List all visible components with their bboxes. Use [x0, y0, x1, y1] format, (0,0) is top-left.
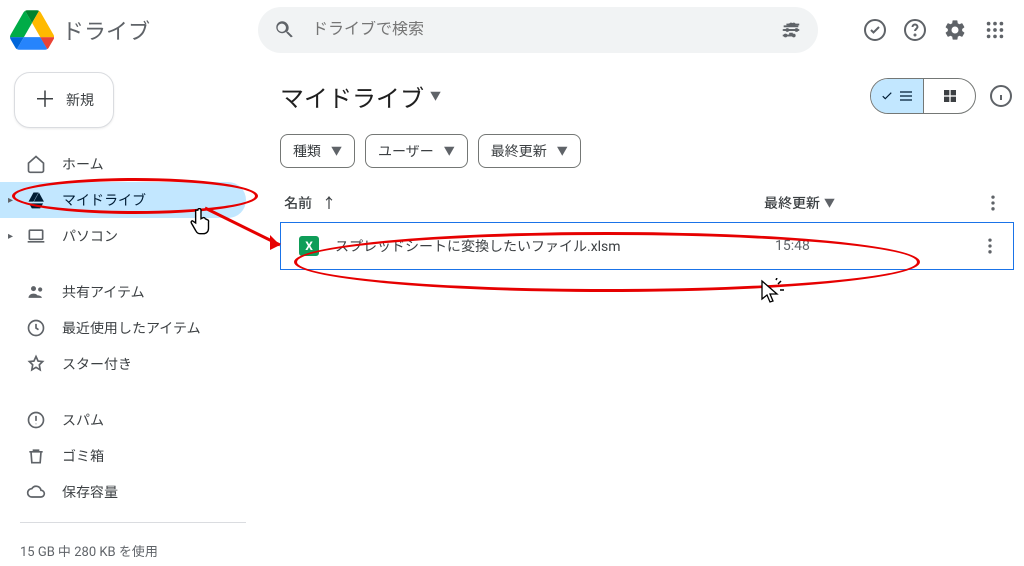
filter-user[interactable]: ユーザー ▼ [365, 134, 468, 168]
sidebar-item-label: 共有アイテム [62, 282, 145, 302]
columns-header: 名前 ↑ 最終更新 ▼ [280, 190, 1014, 222]
sidebar-item-mydrive[interactable]: ▸ マイドライブ [0, 182, 246, 218]
sidebar-item-computers[interactable]: ▸ パソコン [0, 218, 246, 254]
main: マイドライブ ▼ 種類 ▼ ユーザー ▼ [280, 68, 1014, 545]
sidebar-item-label: スパム [62, 410, 104, 430]
laptop-icon [26, 226, 46, 246]
chevron-down-icon: ▼ [331, 143, 342, 159]
sidebar-item-label: パソコン [62, 226, 118, 246]
apps-icon[interactable] [982, 17, 1008, 43]
trash-icon [26, 446, 46, 466]
sidebar-item-storage[interactable]: 保存容量 [0, 474, 246, 510]
storage-usage: 15 GB 中 280 KB を使用 [0, 535, 260, 566]
chevron-down-icon: ▼ [444, 143, 455, 159]
cloud-icon [26, 482, 46, 502]
sidebar-item-trash[interactable]: ゴミ箱 [0, 438, 246, 474]
chevron-down-icon: ▼ [430, 88, 441, 104]
drive-icon [26, 190, 46, 210]
search-icon [272, 17, 298, 43]
file-row[interactable]: X スプレッドシートに変換したいファイル.xlsm 15:48 [280, 222, 1014, 270]
help-icon[interactable] [902, 17, 928, 43]
excel-file-icon: X [299, 236, 319, 256]
column-name[interactable]: 名前 ↑ [284, 193, 764, 213]
filter-modified[interactable]: 最終更新 ▼ [478, 134, 581, 168]
info-icon[interactable] [988, 83, 1014, 109]
people-icon [26, 282, 46, 302]
filter-type[interactable]: 種類 ▼ [280, 134, 355, 168]
grid-view-button[interactable] [923, 79, 975, 113]
filter-label: ユーザー [378, 141, 434, 161]
search-options-icon[interactable] [778, 17, 804, 43]
new-button[interactable]: ＋ 新規 [14, 72, 114, 128]
filter-label: 最終更新 [491, 141, 547, 161]
ready-offline-icon[interactable] [862, 17, 888, 43]
more-icon[interactable] [980, 190, 1006, 216]
view-toggle [870, 78, 976, 114]
sidebar-item-label: ゴミ箱 [62, 446, 104, 466]
sidebar-item-starred[interactable]: スター付き [0, 346, 246, 382]
sidebar-item-label: スター付き [62, 354, 132, 374]
arrow-up-icon: ↑ [322, 193, 336, 213]
app-name: ドライブ [62, 14, 150, 46]
logo-area: ドライブ [10, 10, 250, 50]
sidebar-item-recent[interactable]: 最近使用したアイテム [0, 310, 246, 346]
chevron-down-icon: ▼ [557, 143, 568, 159]
search-bar[interactable] [258, 7, 818, 53]
chevron-down-icon: ▼ [824, 195, 835, 211]
gear-icon[interactable] [942, 17, 968, 43]
sidebar-item-label: マイドライブ [62, 190, 146, 210]
search-input[interactable] [312, 21, 764, 39]
sidebar-item-label: 最近使用したアイテム [62, 318, 201, 338]
column-modified[interactable]: 最終更新 ▼ [764, 193, 924, 213]
sidebar-item-spam[interactable]: スパム [0, 402, 246, 438]
home-icon [26, 154, 46, 174]
sidebar-item-label: ホーム [62, 154, 104, 174]
header: ドライブ [0, 0, 1024, 60]
chevron-right-icon[interactable]: ▸ [8, 195, 13, 206]
sidebar-item-label: 保存容量 [62, 482, 118, 502]
file-modified: 15:48 [775, 238, 895, 254]
spam-icon [26, 410, 46, 430]
list-view-button[interactable] [871, 79, 923, 113]
sidebar-item-home[interactable]: ホーム [0, 146, 246, 182]
sidebar-item-shared[interactable]: 共有アイテム [0, 274, 246, 310]
file-more-icon[interactable] [977, 233, 1003, 259]
sidebar: ＋ 新規 ホーム ▸ マイドライブ ▸ パソコン [0, 60, 260, 545]
new-button-label: 新規 [66, 90, 94, 110]
plus-icon: ＋ [34, 89, 56, 111]
drive-logo-icon [10, 10, 54, 50]
star-icon [26, 354, 46, 374]
page-title-dropdown[interactable]: マイドライブ ▼ [280, 79, 441, 114]
divider [20, 522, 246, 523]
file-name: スプレッドシートに変換したいファイル.xlsm [335, 236, 759, 256]
filter-label: 種類 [293, 141, 321, 161]
page-title: マイドライブ [280, 79, 424, 114]
header-actions [862, 17, 1014, 43]
clock-icon [26, 318, 46, 338]
chevron-right-icon[interactable]: ▸ [8, 231, 13, 242]
